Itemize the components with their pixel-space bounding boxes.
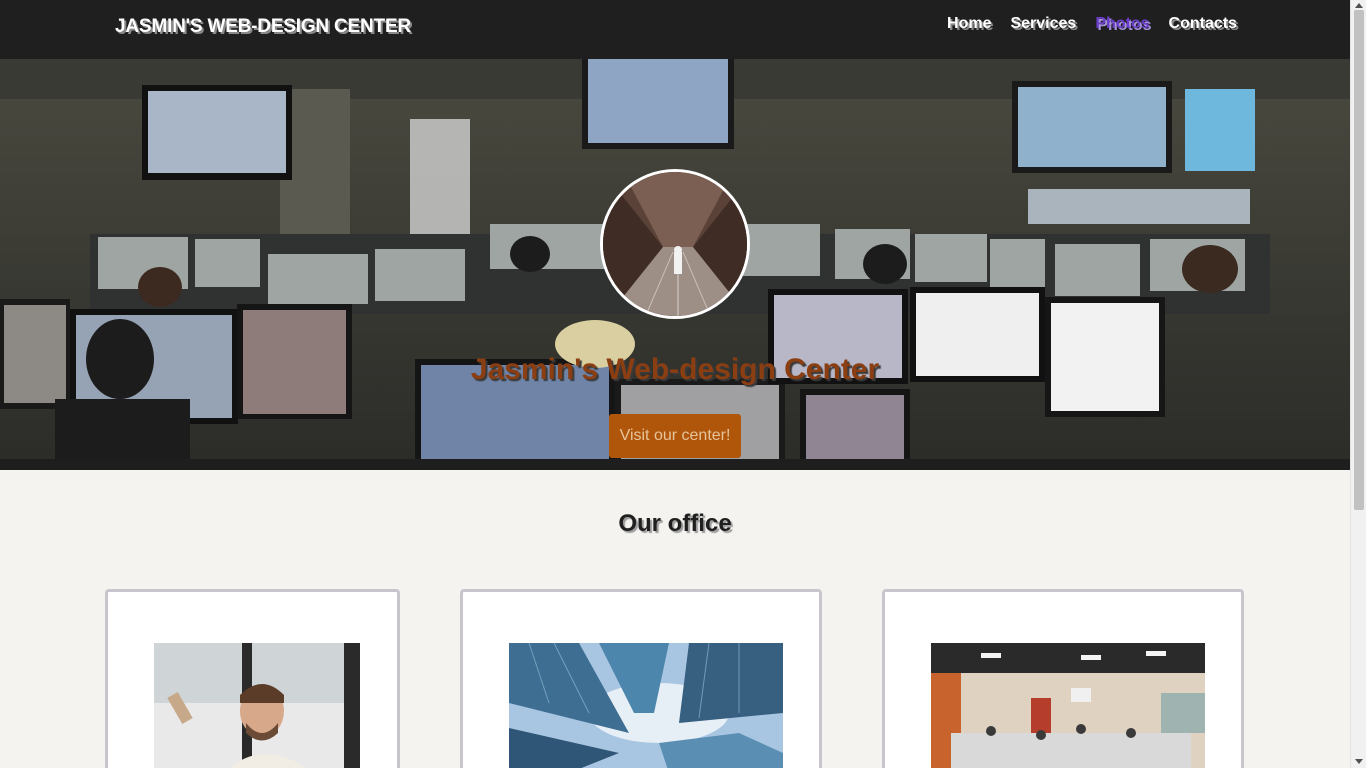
nav-link-services[interactable]: Services xyxy=(1010,15,1076,33)
hero-banner: Jasmin's Web-design Center Visit our cen… xyxy=(0,59,1350,470)
office-photo-skyscrapers[interactable] xyxy=(509,643,783,768)
office-photo-open-office[interactable] xyxy=(931,643,1205,768)
profile-avatar xyxy=(600,169,750,319)
top-navbar: JASMIN'S WEB-DESIGN CENTER Home Services… xyxy=(0,0,1350,59)
scroll-down-arrow-icon[interactable] xyxy=(1355,759,1363,764)
nav-link-contacts[interactable]: Contacts xyxy=(1169,15,1237,33)
nav-link-photos[interactable]: Photos xyxy=(1095,15,1149,33)
office-section-title: Our office xyxy=(618,510,732,537)
visit-center-button[interactable]: Visit our center! xyxy=(609,414,741,458)
main-nav: Home Services Photos Contacts xyxy=(947,15,1237,33)
scrollbar-thumb[interactable] xyxy=(1354,10,1364,510)
hero-title: Jasmin's Web-design Center xyxy=(470,353,880,386)
nav-link-home[interactable]: Home xyxy=(947,15,991,33)
office-photo-man-laptop[interactable] xyxy=(154,643,360,768)
office-card-1 xyxy=(105,589,400,768)
brand-logo-text[interactable]: JASMIN'S WEB-DESIGN CENTER xyxy=(115,16,411,38)
scroll-up-arrow-icon[interactable] xyxy=(1355,3,1363,8)
vertical-scrollbar[interactable] xyxy=(1350,0,1366,768)
office-card-3 xyxy=(882,589,1244,768)
office-card-2 xyxy=(460,589,822,768)
